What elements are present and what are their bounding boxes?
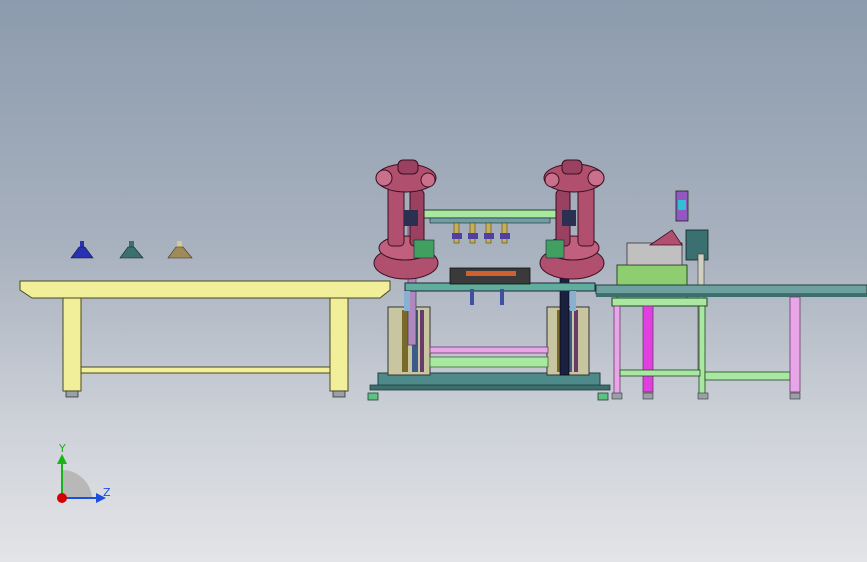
coordinate-triad: Y Z	[57, 442, 111, 503]
z-axis-label: Z	[103, 486, 111, 499]
teal-cup[interactable]	[119, 241, 144, 259]
cad-viewport[interactable]: Y Z	[0, 0, 867, 562]
table-crossbar	[80, 366, 331, 374]
blue-cup[interactable]	[70, 241, 94, 259]
tan-cup[interactable]	[167, 241, 193, 259]
table-foot-left	[65, 390, 79, 398]
conveyor-bed	[595, 284, 867, 295]
cup-parts[interactable]	[70, 241, 193, 259]
assembly-scene[interactable]: Y Z	[0, 0, 867, 562]
left-robot-arm[interactable]	[373, 159, 439, 280]
table-foot-right	[332, 390, 346, 398]
gantry-beam	[419, 209, 561, 219]
table-top	[19, 280, 391, 299]
table-leg-left	[62, 297, 82, 392]
gripper-tools	[452, 222, 510, 244]
work-table[interactable]	[19, 280, 391, 398]
table-leg-right	[329, 297, 349, 392]
y-axis-label: Y	[58, 442, 66, 455]
